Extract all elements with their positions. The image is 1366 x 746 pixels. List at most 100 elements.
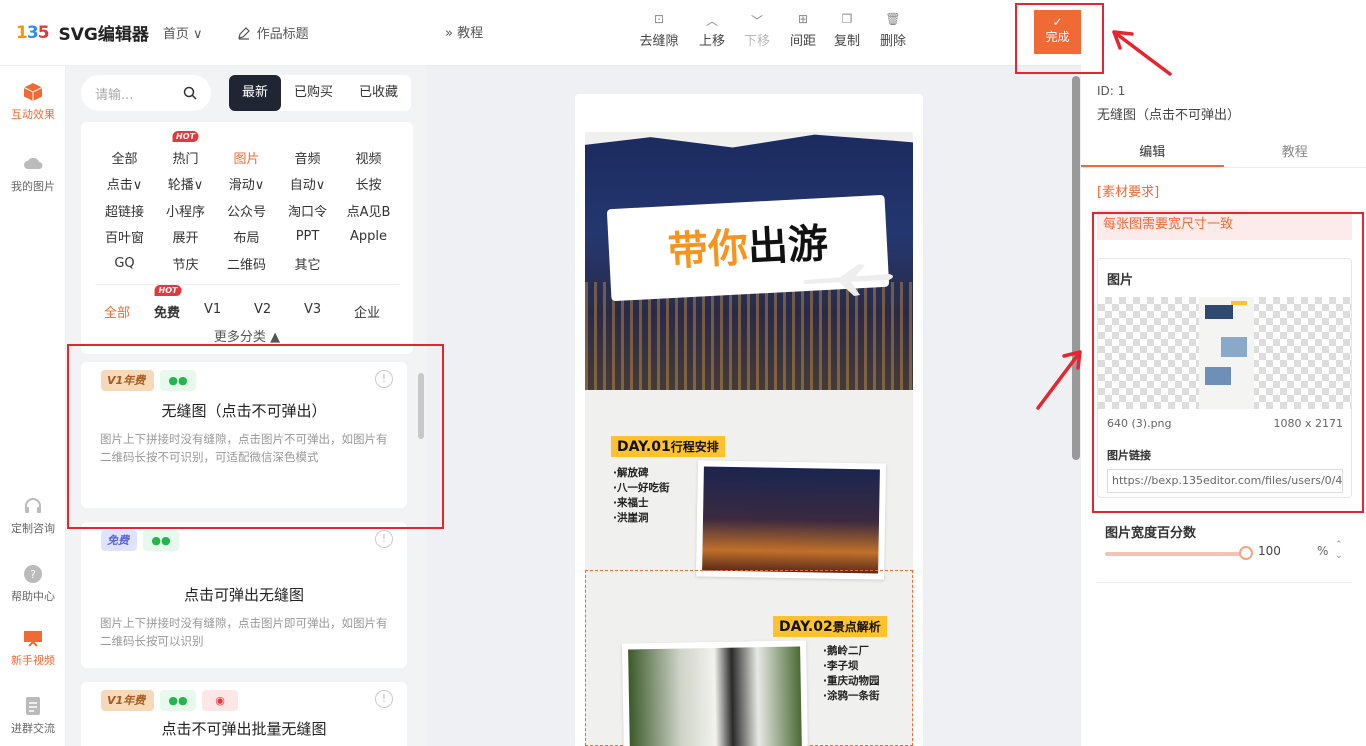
category-item[interactable]: 百叶窗 bbox=[94, 227, 155, 246]
category-item[interactable]: Apple bbox=[338, 229, 399, 244]
delete-button[interactable]: 🗑 删除 bbox=[873, 12, 913, 49]
category-item[interactable]: 视频 bbox=[338, 148, 399, 167]
template-title: 点击可弹出无缝图 bbox=[183, 586, 304, 604]
category-item[interactable]: 布局 bbox=[216, 227, 277, 246]
vip-badge: V1年费 bbox=[101, 690, 154, 711]
price-item[interactable]: V2 bbox=[254, 302, 304, 321]
tab-tutorial[interactable]: 教程 bbox=[1224, 138, 1366, 167]
tab-edit[interactable]: 编辑 bbox=[1081, 138, 1224, 167]
tutorial-button[interactable]: » 教程 bbox=[445, 22, 483, 41]
price-item[interactable]: V3 bbox=[304, 302, 354, 321]
red-arrow-icon bbox=[1036, 350, 1082, 410]
category-item[interactable]: 图片 bbox=[216, 148, 277, 167]
remove-gap-button[interactable]: ⊡ 去缝隙 bbox=[639, 12, 679, 49]
category-item[interactable]: 全部 bbox=[94, 148, 155, 167]
price-item[interactable]: V1 bbox=[204, 302, 254, 321]
home-menu[interactable]: 首页 ∨ bbox=[163, 23, 203, 42]
properties-tabs: 编辑 教程 bbox=[1081, 138, 1366, 168]
editor-canvas: » 教程 ⊡ 去缝隙 ︿ 上移 ﹀ 下移 ⊞ 间距 ❐ 复制 🗑 删除 ✓ 完成 带你出游 D… bbox=[427, 0, 1081, 746]
width-slider-handle[interactable] bbox=[1239, 546, 1253, 560]
work-title-button[interactable]: 作品标题 bbox=[237, 23, 309, 42]
more-categories-button[interactable]: 更多分类 ▲ bbox=[81, 326, 413, 345]
rail-item-help[interactable]: ? 帮助中心 bbox=[0, 564, 66, 604]
percent-unit: % bbox=[1317, 544, 1329, 558]
divider bbox=[95, 284, 399, 285]
category-item[interactable]: 滑动∨ bbox=[216, 174, 277, 193]
video-icon bbox=[24, 631, 42, 647]
template-card[interactable]: V1年费 ●● ◉ ! 点击不可弹出批量无缝图 bbox=[81, 682, 407, 746]
category-item[interactable]: 公众号 bbox=[216, 201, 277, 220]
day1-label: DAY.01行程安排 bbox=[611, 436, 725, 457]
category-item[interactable]: 自动∨ bbox=[277, 174, 338, 193]
chevron-up-icon: ︿ bbox=[705, 14, 718, 28]
search-row: 请输... 最新 已购买 已收藏 bbox=[81, 75, 413, 111]
divider bbox=[1097, 582, 1352, 583]
category-item[interactable]: 节庆 bbox=[155, 254, 216, 273]
rail-item-my-images[interactable]: 我的图片 bbox=[0, 154, 66, 194]
category-item[interactable]: 超链接 bbox=[94, 201, 155, 220]
block-name: 无缝图（点击不可弹出） bbox=[1097, 108, 1241, 123]
info-icon[interactable]: ! bbox=[375, 530, 393, 548]
day1-list: ·解放碑 ·八一好吃街 ·来福士 ·洪崖洞 bbox=[613, 467, 670, 524]
logo[interactable]: 135 SVG编辑器 bbox=[16, 20, 149, 46]
tab-favorited[interactable]: 已收藏 bbox=[346, 75, 411, 111]
sort-tabs: 最新 已购买 已收藏 bbox=[229, 75, 412, 111]
copy-button[interactable]: ❐ 复制 bbox=[827, 12, 867, 49]
category-item[interactable]: 点A见B bbox=[338, 201, 399, 220]
category-item[interactable]: GQ bbox=[94, 256, 155, 271]
width-percent-input[interactable]: 100 bbox=[1258, 544, 1281, 558]
highlight-done-box bbox=[1015, 3, 1104, 74]
stepper-arrows[interactable]: ⌃ ⌄ bbox=[1335, 540, 1343, 562]
move-up-button[interactable]: ︿ 上移 bbox=[692, 12, 732, 49]
grid-icon: ⊞ bbox=[797, 12, 809, 26]
chevron-down-icon: ﹀ bbox=[750, 14, 763, 28]
block-id: ID: 1 bbox=[1097, 84, 1126, 98]
category-item[interactable]: 轮播∨ bbox=[155, 174, 216, 193]
gap-icon: ⊡ bbox=[653, 12, 665, 26]
price-item[interactable]: HOT 免费 bbox=[154, 285, 204, 321]
category-item[interactable]: 点击∨ bbox=[94, 174, 155, 193]
trash-icon: 🗑 bbox=[885, 12, 901, 26]
width-slider-track[interactable] bbox=[1105, 552, 1245, 556]
pencil-icon bbox=[237, 26, 250, 40]
category-item[interactable]: 音频 bbox=[277, 148, 338, 167]
rail-item-interactive[interactable]: 互动效果 bbox=[0, 82, 66, 122]
spacing-button[interactable]: ⊞ 间距 bbox=[783, 12, 823, 49]
svg-text:?: ? bbox=[30, 568, 36, 581]
wechat-icon: ●● bbox=[143, 530, 179, 551]
airplane-icon bbox=[804, 264, 893, 296]
category-item[interactable]: 长按 bbox=[338, 174, 399, 193]
hot-badge: HOT bbox=[172, 130, 199, 142]
highlight-image-box bbox=[1092, 212, 1364, 513]
category-item[interactable]: HOT 热门 bbox=[155, 130, 216, 167]
category-item[interactable]: 小程序 bbox=[155, 201, 216, 220]
category-grid: 全部 HOT 热门 图片 音频 视频 点击∨ 轮播∨ 滑动∨ 自动∨ 长按 超链接… bbox=[81, 130, 413, 277]
price-filter: 全部 HOT 免费 V1 V2 V3 企业 bbox=[104, 285, 404, 321]
free-badge: 免费 bbox=[101, 530, 137, 551]
double-chevron-icon: » bbox=[445, 26, 458, 41]
poster[interactable]: 带你出游 DAY.01行程安排 ·解放碑 ·八一好吃街 ·来福士 ·洪崖洞 DAY.0… bbox=[585, 132, 913, 746]
category-item[interactable]: 二维码 bbox=[216, 254, 277, 273]
info-icon[interactable]: ! bbox=[375, 690, 393, 708]
category-item[interactable]: 淘口令 bbox=[277, 201, 338, 220]
night-temple-photo bbox=[696, 460, 886, 580]
logo-text: SVG编辑器 bbox=[58, 25, 149, 45]
copy-icon: ❐ bbox=[841, 12, 853, 26]
cube-icon bbox=[23, 83, 43, 101]
search-icon[interactable] bbox=[183, 86, 197, 100]
article-paper: 带你出游 DAY.01行程安排 ·解放碑 ·八一好吃街 ·来福士 ·洪崖洞 DAY.0… bbox=[575, 94, 923, 746]
price-item[interactable]: 企业 bbox=[354, 302, 404, 321]
search-input[interactable]: 请输... bbox=[81, 75, 211, 111]
rail-item-video[interactable]: 新手视频 bbox=[0, 628, 66, 668]
move-down-button[interactable]: ﹀ 下移 bbox=[737, 12, 777, 49]
rail-item-consult[interactable]: 定制咨询 bbox=[0, 496, 66, 536]
rail-item-group[interactable]: 进群交流 bbox=[0, 696, 66, 736]
highlight-template-box bbox=[67, 344, 444, 529]
price-item[interactable]: 全部 bbox=[104, 302, 154, 321]
category-item[interactable]: 其它 bbox=[277, 254, 338, 273]
category-item[interactable]: PPT bbox=[277, 229, 338, 244]
category-item[interactable]: 展开 bbox=[155, 227, 216, 246]
template-card[interactable]: 免费 ●● ! 点击可弹出无缝图 图片上下拼接时没有缝隙，点击图片即可弹出，如图… bbox=[81, 522, 407, 668]
tab-latest[interactable]: 最新 bbox=[229, 75, 282, 111]
tab-purchased[interactable]: 已购买 bbox=[281, 75, 346, 111]
